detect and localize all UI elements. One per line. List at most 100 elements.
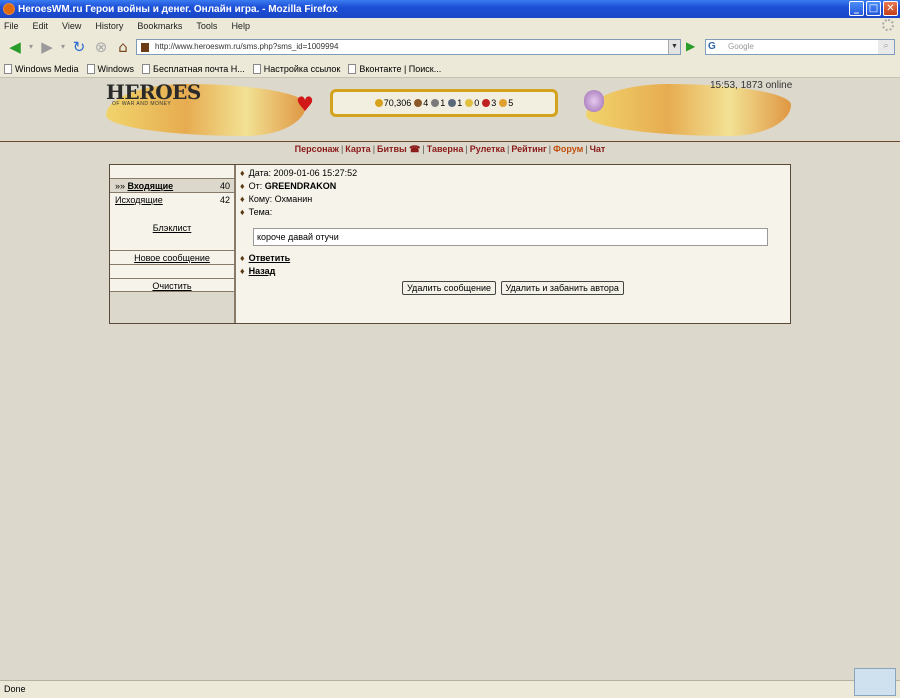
- bookmark-item[interactable]: Бесплатная почта Н...: [142, 63, 245, 74]
- bullet-icon: ♦: [240, 207, 245, 217]
- back-row: ♦ Назад: [238, 265, 788, 278]
- nav-link[interactable]: Рулетка: [470, 144, 505, 154]
- resource-item: 1: [431, 98, 445, 108]
- window-titlebar: HeroesWM.ru Герои войны и денег. Онлайн …: [0, 0, 900, 18]
- navigation-toolbar: ◀ ▾ ▶ ▾ ↻ ⊗ ⌂ http://www.heroeswm.ru/sms…: [0, 34, 900, 60]
- forward-icon[interactable]: ▶: [36, 38, 58, 56]
- resource-item: 70,306: [374, 98, 412, 108]
- stop-icon[interactable]: ⊗: [90, 38, 112, 56]
- go-icon[interactable]: ▶: [686, 39, 695, 53]
- page-icon: [142, 63, 151, 74]
- sidebar-item-clear[interactable]: Очистить: [110, 278, 234, 292]
- firefox-icon: [3, 3, 15, 15]
- outbox-link[interactable]: Исходящие: [115, 195, 163, 205]
- nav-link[interactable]: Рейтинг: [511, 144, 546, 154]
- menu-file[interactable]: File: [4, 21, 19, 31]
- bookmark-item[interactable]: Windows Media: [4, 63, 79, 74]
- delete-message-button[interactable]: Удалить сообщение: [402, 281, 496, 295]
- minimize-button[interactable]: _: [849, 1, 864, 16]
- search-placeholder: Google: [728, 42, 754, 51]
- site-navigation: Персонаж | Карта | Битвы ☎ | Таверна | Рулетка | Р…: [0, 144, 900, 155]
- bullet-icon: ♦: [240, 181, 245, 191]
- game-logo-subtitle: OF WAR AND MONEY: [112, 101, 172, 107]
- resource-icon: [499, 99, 508, 107]
- bookmark-item[interactable]: Вконтакте | Поиск...: [348, 63, 441, 74]
- message-actions: Удалить сообщение Удалить и забанить авт…: [238, 281, 788, 295]
- close-button[interactable]: ✕: [883, 1, 898, 16]
- right-dragon-ornament: [586, 84, 791, 136]
- resource-value: 0: [474, 98, 480, 108]
- url-dropdown-icon[interactable]: ▼: [668, 40, 680, 54]
- resource-item: 4: [414, 98, 428, 108]
- health-heart-icon: ♥: [296, 92, 314, 116]
- bullet-icon: ♦: [240, 266, 245, 276]
- resource-icon: [374, 99, 383, 107]
- page-icon: [252, 63, 261, 74]
- reply-link[interactable]: Ответить: [249, 253, 291, 263]
- nav-separator: |: [465, 144, 468, 154]
- back-dropdown-icon[interactable]: ▾: [26, 38, 36, 56]
- page-icon: [348, 63, 357, 74]
- sidebar-item-new-message[interactable]: Новое сообщение: [110, 250, 234, 264]
- delete-and-ban-button[interactable]: Удалить и забанить автора: [500, 281, 624, 295]
- bullet-icon: ♦: [240, 168, 245, 178]
- nav-link[interactable]: Битвы ☎: [377, 144, 420, 154]
- sidebar-item-inbox[interactable]: »» Входящие 40: [110, 178, 234, 192]
- inbox-count: 40: [219, 181, 230, 191]
- game-banner: HEROES OF WAR AND MONEY ♥ 70,306 4 1 1 0 3 5: [106, 80, 796, 138]
- menu-tools[interactable]: Tools: [196, 21, 217, 31]
- nav-link[interactable]: Персонаж: [295, 144, 339, 154]
- google-icon[interactable]: G: [708, 41, 716, 52]
- bookmark-item[interactable]: Настройка ссылок: [252, 63, 340, 74]
- resource-item: 3: [482, 98, 496, 108]
- nav-link[interactable]: Чат: [590, 144, 606, 154]
- status-text: Done: [4, 684, 26, 694]
- menu-bookmarks[interactable]: Bookmarks: [137, 21, 182, 31]
- nav-link[interactable]: Таверна: [427, 144, 464, 154]
- message-date: ♦ Дата: 2009-01-06 15:27:52: [240, 168, 358, 178]
- resource-item: 5: [499, 98, 513, 108]
- window-controls: _ □ ✕: [849, 1, 898, 16]
- message-subject: ♦ Тема:: [240, 207, 273, 217]
- mail-sidebar: »» Входящие 40 Исходящие 42 Блэклист Нов…: [110, 165, 236, 323]
- clear-link[interactable]: Очистить: [152, 281, 191, 291]
- sender-name[interactable]: GREENDRAKON: [265, 181, 337, 191]
- reload-icon[interactable]: ↻: [68, 38, 90, 56]
- window-title: HeroesWM.ru Герои войны и денег. Онлайн …: [18, 3, 338, 15]
- inbox-link[interactable]: Входящие: [128, 181, 174, 191]
- resource-value: 3: [491, 98, 497, 108]
- bookmark-item[interactable]: Windows: [86, 63, 134, 74]
- nav-link[interactable]: Карта: [345, 144, 370, 154]
- home-icon[interactable]: ⌂: [112, 38, 134, 56]
- back-icon[interactable]: ◀: [4, 38, 26, 56]
- menu-history[interactable]: History: [95, 21, 123, 31]
- resource-value: 70,306: [383, 98, 412, 108]
- back-link[interactable]: Назад: [249, 266, 276, 276]
- search-input[interactable]: G Google ⌕: [705, 39, 895, 55]
- menu-help[interactable]: Help: [231, 21, 250, 31]
- url-bar[interactable]: http://www.heroeswm.ru/sms.php?sms_id=10…: [136, 39, 681, 55]
- maximize-button[interactable]: □: [866, 1, 881, 16]
- page-content: HEROES OF WAR AND MONEY ♥ 70,306 4 1 1 0 3 5 1…: [0, 78, 900, 680]
- message-to: ♦ Кому: Охманин: [240, 194, 313, 204]
- nav-link[interactable]: Форум: [553, 144, 583, 154]
- tray-widget[interactable]: [854, 668, 896, 696]
- sidebar-item-blacklist[interactable]: Блэклист: [110, 206, 234, 250]
- menu-view[interactable]: View: [62, 21, 81, 31]
- bullet-icon: ♦: [240, 253, 245, 263]
- message-from: ♦ От: GREENDRAKON: [240, 181, 337, 191]
- status-bar: Done: [0, 680, 900, 698]
- nav-separator: |: [585, 144, 588, 154]
- online-counter: 15:53, 1873 online: [710, 80, 793, 91]
- resource-item: 1: [448, 98, 462, 108]
- blacklist-link[interactable]: Блэклист: [153, 223, 192, 233]
- sidebar-item-outbox[interactable]: Исходящие 42: [110, 192, 234, 206]
- menu-bar: File Edit View History Bookmarks Tools H…: [0, 18, 900, 34]
- forward-dropdown-icon[interactable]: ▾: [58, 38, 68, 56]
- nav-separator: |: [372, 144, 376, 154]
- menu-edit[interactable]: Edit: [33, 21, 49, 31]
- search-icon[interactable]: ⌕: [878, 40, 894, 54]
- new-message-link[interactable]: Новое сообщение: [134, 253, 210, 263]
- resource-icon: [465, 99, 474, 107]
- throbber-icon: [882, 19, 894, 31]
